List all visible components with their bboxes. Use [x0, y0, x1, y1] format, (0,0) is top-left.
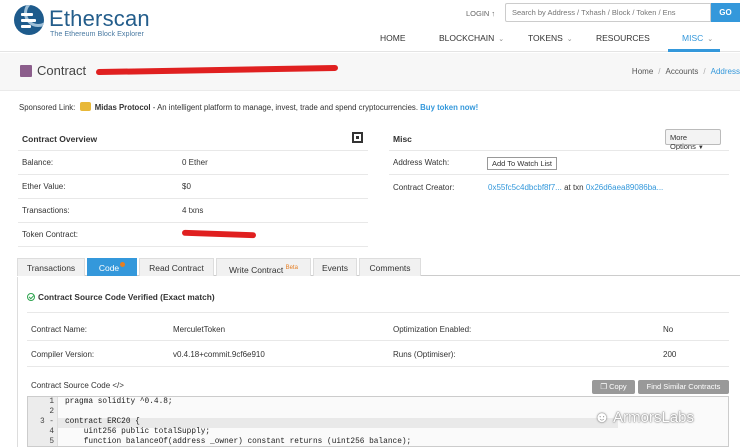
creator-address-link[interactable]: 0x55fc5c4dbcbf8f7... [488, 183, 562, 192]
at-txn-text: at txn [564, 183, 584, 192]
search-input[interactable] [505, 3, 711, 22]
verified-status: Contract Source Code Verified (Exact mat… [27, 292, 215, 302]
buy-token-link[interactable]: Buy token now! [420, 103, 478, 112]
tab-code[interactable]: Code [87, 258, 137, 276]
optimization-value: No [663, 325, 674, 334]
nav-active-indicator [668, 49, 720, 52]
redaction-mark [181, 229, 257, 239]
contract-creator-value: 0x55fc5c4dbcbf8f7... at txn 0x26d6aea890… [488, 183, 663, 192]
code-line: function balanceOf(address _owner) const… [65, 438, 412, 446]
beta-badge: Beta [285, 265, 298, 271]
source-code-label: Contract Source Code </> [31, 381, 124, 390]
qr-code-icon[interactable] [352, 132, 363, 143]
search-go-button[interactable]: GO [711, 3, 740, 22]
verified-dot-icon [120, 262, 126, 267]
sponsored-prefix: Sponsored Link: [19, 103, 76, 112]
active-line-highlight [58, 418, 618, 428]
tab-write-contract[interactable]: Write Contract Beta [216, 258, 311, 276]
tab-read-contract[interactable]: Read Contract [139, 258, 214, 276]
compiler-version-label: Compiler Version: [31, 350, 95, 359]
chevron-down-icon: ⌄ [707, 36, 714, 43]
overview-heading: Contract Overview [22, 134, 98, 144]
page-title-bar: Contract Home / Accounts / Address [0, 53, 740, 91]
transactions-value[interactable]: 4 txns [182, 206, 203, 215]
login-link[interactable]: LOGIN ↑ [466, 9, 495, 18]
misc-heading: Misc [393, 134, 412, 144]
contract-name-value: MerculetToken [173, 325, 226, 334]
find-similar-contracts-button[interactable]: Find Similar Contracts [638, 380, 729, 394]
address-watch-label: Address Watch: [393, 158, 450, 167]
copy-button[interactable]: ❐ Copy [592, 380, 635, 394]
nav-resources[interactable]: RESOURCES [596, 33, 650, 43]
tab-events[interactable]: Events [313, 258, 357, 276]
ether-value: $0 [182, 182, 191, 191]
compiler-version-value: v0.4.18+commit.9cf6e910 [173, 350, 265, 359]
contract-creator-label: Contract Creator: [393, 183, 455, 192]
creator-txn-link[interactable]: 0x26d6aea89086ba... [586, 183, 663, 192]
runs-value: 200 [663, 350, 677, 359]
code-line: contract ERC20 { [65, 418, 140, 426]
chevron-down-icon: ⌄ [498, 36, 505, 43]
midas-logo-icon [79, 102, 91, 111]
line-number: 4 [49, 428, 54, 436]
code-line: pragma solidity ^0.4.8; [65, 398, 173, 406]
copy-icon: ❐ [600, 382, 610, 391]
sponsor-text: - An intelligent platform to manage, inv… [150, 103, 418, 112]
etherscan-logo-icon[interactable] [14, 5, 44, 35]
line-number: 1 [49, 398, 54, 406]
tab-transactions[interactable]: Transactions [17, 258, 85, 276]
tab-comments[interactable]: Comments [359, 258, 421, 276]
breadcrumb-home[interactable]: Home [632, 67, 653, 76]
redaction-mark [95, 64, 339, 76]
wechat-icon: ☻ [594, 409, 614, 426]
nav-blockchain[interactable]: BLOCKCHAIN ⌄ [439, 33, 504, 43]
nav-tokens[interactable]: TOKENS ⌄ [528, 33, 573, 43]
site-header: Etherscan The Ethereum Block Explorer LO… [0, 0, 740, 52]
sponsor-name[interactable]: Midas Protocol [95, 103, 151, 112]
balance-value: 0 Ether [182, 158, 208, 167]
token-contract-label: Token Contract: [22, 230, 79, 239]
add-to-watch-list-button[interactable]: Add To Watch List [487, 157, 557, 170]
check-circle-icon [27, 293, 35, 301]
breadcrumb-address: Address [710, 67, 740, 76]
brand-tagline: The Ethereum Block Explorer [50, 29, 144, 38]
nav-misc[interactable]: MISC ⌄ [682, 33, 713, 43]
line-number: 5 [49, 438, 54, 446]
page-title: Contract [37, 63, 87, 78]
runs-label: Runs (Optimiser): [393, 350, 456, 359]
contract-icon [20, 65, 32, 77]
nav-home[interactable]: HOME [380, 33, 406, 43]
contract-name-label: Contract Name: [31, 325, 88, 334]
line-number[interactable]: 3 - [28, 418, 54, 426]
code-line: uint256 public totalSupply; [65, 428, 211, 436]
line-number: 2 [49, 408, 54, 416]
breadcrumb-accounts[interactable]: Accounts [666, 67, 699, 76]
breadcrumb: Home / Accounts / Address [631, 67, 740, 76]
chevron-down-icon: ⌄ [566, 36, 573, 43]
watermark: ☻ ArmorsLabs [594, 409, 694, 426]
balance-label: Balance: [22, 158, 54, 167]
sponsored-link: Sponsored Link: Midas Protocol - An inte… [19, 102, 478, 112]
ether-value-label: Ether Value: [22, 182, 66, 191]
optimization-label: Optimization Enabled: [393, 325, 472, 334]
transactions-label: Transactions: [22, 206, 70, 215]
more-options-button[interactable]: More Options ▼ [665, 129, 721, 151]
